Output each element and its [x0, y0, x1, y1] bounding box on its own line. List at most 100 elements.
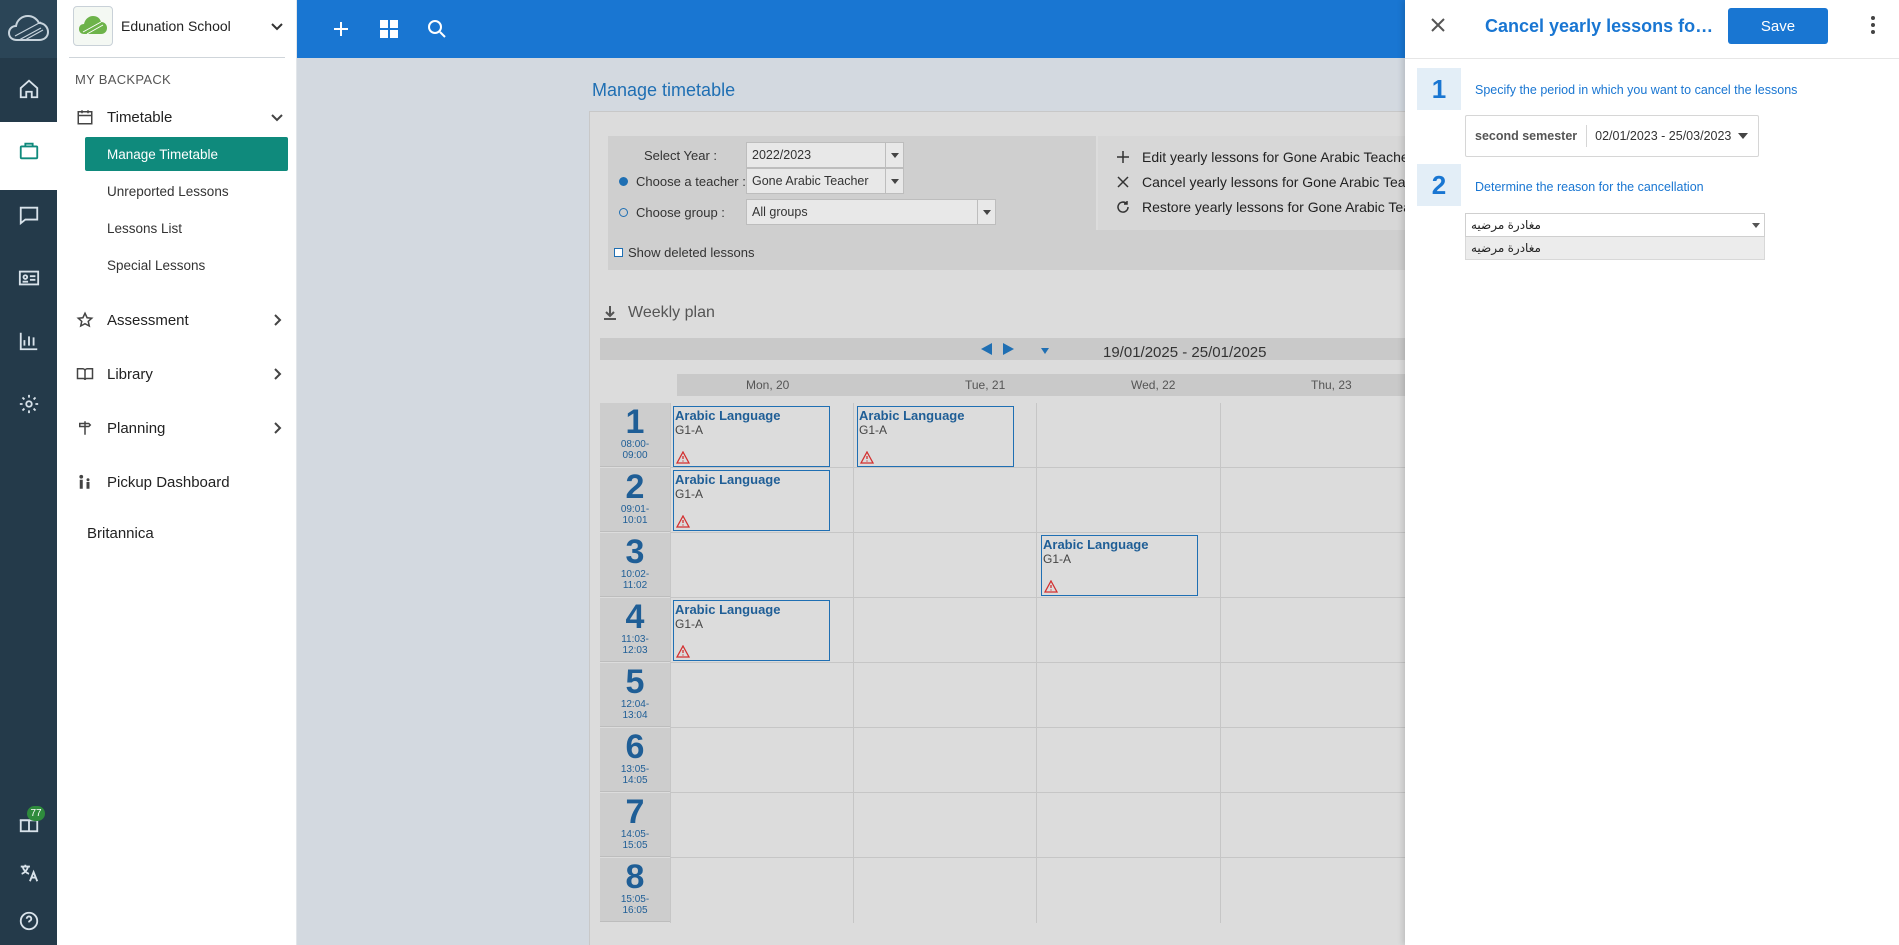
period-number: 7 [625, 793, 645, 831]
top-bar [297, 0, 1405, 58]
grid-row-line [670, 532, 1405, 533]
add-icon[interactable] [326, 14, 356, 44]
action-label: Restore yearly lessons for Gone Arabic T… [1142, 199, 1405, 215]
sidebar-item-special-lessons[interactable]: Special Lessons [85, 248, 288, 282]
restore-yearly-lessons-action[interactable]: Restore yearly lessons for Gone Arabic T… [1116, 196, 1405, 218]
previous-week-icon[interactable] [981, 343, 993, 355]
grid-icon[interactable] [374, 14, 404, 44]
lesson-name: Arabic Language [675, 602, 781, 617]
period-end: 09:00 [622, 450, 648, 461]
period-slot: 8 15:05- 16:05 [600, 858, 670, 922]
lesson-group: G1-A [1043, 552, 1072, 566]
save-button[interactable]: Save [1728, 8, 1828, 44]
show-deleted-checkbox[interactable] [614, 248, 623, 257]
week-picker-icon[interactable] [1041, 347, 1049, 355]
cancel-yearly-lessons-action[interactable]: Cancel yearly lessons for Gone Arabic Te… [1116, 171, 1405, 193]
teacher-radio[interactable] [619, 176, 628, 186]
bar-chart-icon[interactable] [0, 312, 57, 370]
chat-icon[interactable] [0, 186, 57, 244]
period-end: 10:01 [622, 515, 648, 526]
sidebar-item-assessment[interactable]: Assessment [69, 303, 285, 337]
sidebar-section-header: MY BACKPACK [75, 72, 172, 87]
sidebar-item-britannica[interactable]: Britannica [69, 516, 285, 550]
teacher-filter-row[interactable]: Choose a teacher : [608, 168, 746, 194]
day-header-mon: Mon, 20 [746, 378, 790, 392]
main-content: Manage timetable Select Year : 2022/2023… [297, 58, 1405, 945]
group-radio[interactable] [619, 207, 628, 217]
school-switcher[interactable]: Edunation School [73, 6, 285, 46]
period-start: 08:00- [620, 439, 650, 450]
backpack-icon[interactable] [0, 122, 57, 180]
sidebar-item-planning[interactable]: Planning [69, 411, 285, 445]
sidebar-item-label: Timetable [107, 108, 173, 126]
period-number: 4 [625, 598, 645, 636]
sidebar-item-pickup-dashboard[interactable]: Pickup Dashboard [69, 465, 285, 499]
teacher-value: Gone Arabic Teacher [752, 174, 869, 188]
period-start: 13:05- [620, 764, 650, 775]
lesson-card[interactable]: Arabic Language G1-A [857, 406, 1014, 467]
app-logo[interactable] [0, 0, 57, 58]
grid-column-line [853, 403, 854, 923]
lesson-card[interactable]: Arabic Language G1-A [1041, 535, 1198, 596]
page-title: Manage timetable [592, 80, 736, 100]
teacher-select[interactable]: Gone Arabic Teacher [746, 168, 904, 194]
group-value: All groups [752, 205, 808, 219]
next-week-icon[interactable] [1002, 343, 1014, 355]
signpost-icon [75, 418, 95, 438]
school-logo [73, 6, 113, 46]
period-start: 09:01- [620, 504, 650, 515]
dropdown-arrow-icon [1752, 223, 1760, 228]
show-deleted-toggle[interactable]: Show deleted lessons [614, 245, 754, 260]
panel-divider [1405, 58, 1899, 59]
weekly-plan-title: Weekly plan [628, 304, 715, 321]
lesson-card[interactable]: Arabic Language G1-A [673, 600, 830, 661]
period-number: 6 [625, 728, 645, 766]
period-number: 2 [625, 468, 645, 506]
lesson-group: G1-A [675, 487, 704, 501]
lesson-group: G1-A [675, 617, 704, 631]
calendar-icon [75, 107, 95, 127]
chevron-right-icon [274, 314, 282, 326]
lesson-card[interactable]: Arabic Language G1-A [673, 406, 830, 467]
warning-icon [676, 645, 690, 658]
timetable-grid: 1 08:00- 09:00 2 09:01- 10:01 3 10:02- 11:02 4… [600, 403, 1405, 923]
more-vertical-icon[interactable] [1863, 14, 1883, 36]
sidebar: Edunation School MY BACKPACK Timetable M… [57, 0, 297, 945]
period-start: 14:05- [620, 829, 650, 840]
lesson-name: Arabic Language [675, 472, 781, 487]
sidebar-item-lessons-list[interactable]: Lessons List [85, 211, 288, 245]
group-label: Choose group : [636, 204, 725, 220]
period-select[interactable]: second semester 02/01/2023 - 25/03/2023 [1465, 115, 1759, 157]
sidebar-item-label: Planning [107, 419, 166, 437]
grid-column-line [1036, 403, 1037, 923]
sidebar-item-manage-timetable[interactable]: Manage Timetable [85, 137, 288, 171]
sidebar-item-timetable[interactable]: Timetable [69, 100, 285, 134]
help-icon[interactable] [0, 892, 57, 945]
year-select[interactable]: 2022/2023 [746, 142, 904, 168]
grid-column-line [1220, 403, 1221, 923]
close-icon[interactable] [1427, 14, 1449, 36]
school-name: Edunation School [121, 18, 231, 34]
edit-yearly-lessons-action[interactable]: Edit yearly lessons for Gone Arabic Teac… [1116, 146, 1405, 168]
group-filter-row[interactable]: Choose group : [608, 199, 746, 225]
period-end: 14:05 [622, 775, 648, 786]
reason-option[interactable]: مغادرة مرضيه [1465, 237, 1765, 260]
gear-icon[interactable] [0, 375, 57, 433]
period-end: 13:04 [622, 710, 648, 721]
reason-select[interactable]: مغادرة مرضيه [1465, 213, 1765, 237]
id-card-icon[interactable] [0, 249, 57, 307]
cancel-lessons-panel: Cancel yearly lessons for ... Save 1 Spe… [1405, 0, 1899, 945]
period-number: 5 [625, 663, 645, 701]
group-select[interactable]: All groups [746, 199, 996, 225]
sidebar-item-library[interactable]: Library [69, 357, 285, 391]
home-icon[interactable] [0, 60, 57, 118]
sidebar-item-unreported-lessons[interactable]: Unreported Lessons [85, 174, 288, 208]
search-icon[interactable] [422, 14, 452, 44]
period-dates: 02/01/2023 - 25/03/2023 [1595, 129, 1732, 143]
download-icon[interactable] [602, 305, 618, 321]
warning-icon [676, 515, 690, 528]
lesson-card[interactable]: Arabic Language G1-A [673, 470, 830, 531]
action-label: Cancel yearly lessons for Gone Arabic Te… [1142, 174, 1405, 190]
day-header-thu: Thu, 23 [1311, 378, 1352, 392]
gift-count-badge: 77 [27, 806, 45, 821]
